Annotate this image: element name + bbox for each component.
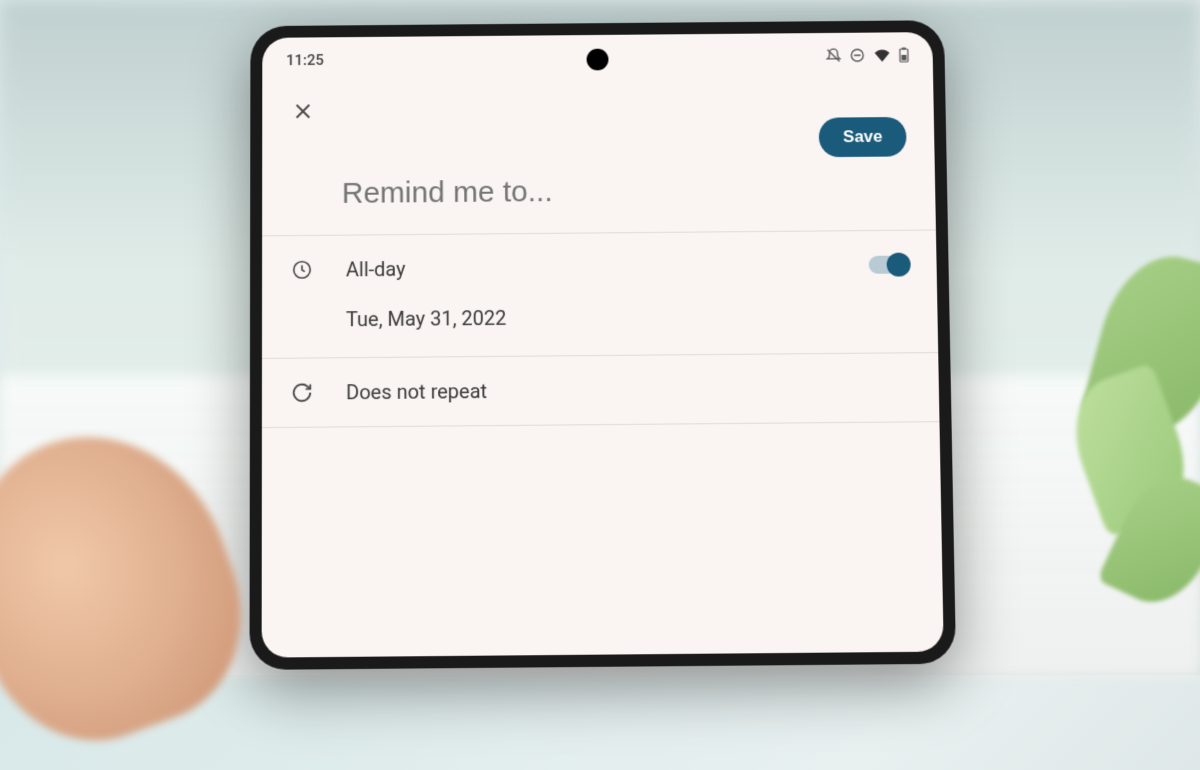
do-not-disturb-icon bbox=[849, 47, 865, 63]
close-button[interactable] bbox=[286, 94, 320, 128]
all-day-label: All-day bbox=[346, 253, 837, 281]
phone-screen: 11:25 bbox=[262, 32, 944, 658]
close-icon bbox=[292, 100, 314, 122]
save-button[interactable]: Save bbox=[819, 117, 907, 157]
battery-icon bbox=[899, 47, 909, 63]
date-row[interactable]: Tue, May 31, 2022 bbox=[262, 298, 938, 358]
status-time: 11:25 bbox=[286, 51, 324, 69]
all-day-toggle[interactable] bbox=[869, 256, 909, 274]
phone-frame: 11:25 bbox=[250, 20, 957, 670]
toggle-knob bbox=[886, 253, 910, 277]
plant-decoration bbox=[1040, 215, 1200, 615]
notifications-off-icon bbox=[825, 48, 841, 64]
status-icons bbox=[825, 47, 909, 63]
repeat-icon bbox=[290, 382, 314, 404]
clock-icon bbox=[290, 259, 314, 281]
all-day-row[interactable]: All-day bbox=[262, 230, 937, 304]
save-row: Save bbox=[262, 117, 934, 162]
camera-hole bbox=[587, 49, 609, 71]
repeat-label: Does not repeat bbox=[346, 375, 911, 404]
wifi-icon bbox=[873, 48, 891, 62]
reminder-title-input[interactable] bbox=[262, 156, 936, 235]
date-label: Tue, May 31, 2022 bbox=[346, 306, 506, 331]
repeat-row[interactable]: Does not repeat bbox=[262, 353, 940, 427]
